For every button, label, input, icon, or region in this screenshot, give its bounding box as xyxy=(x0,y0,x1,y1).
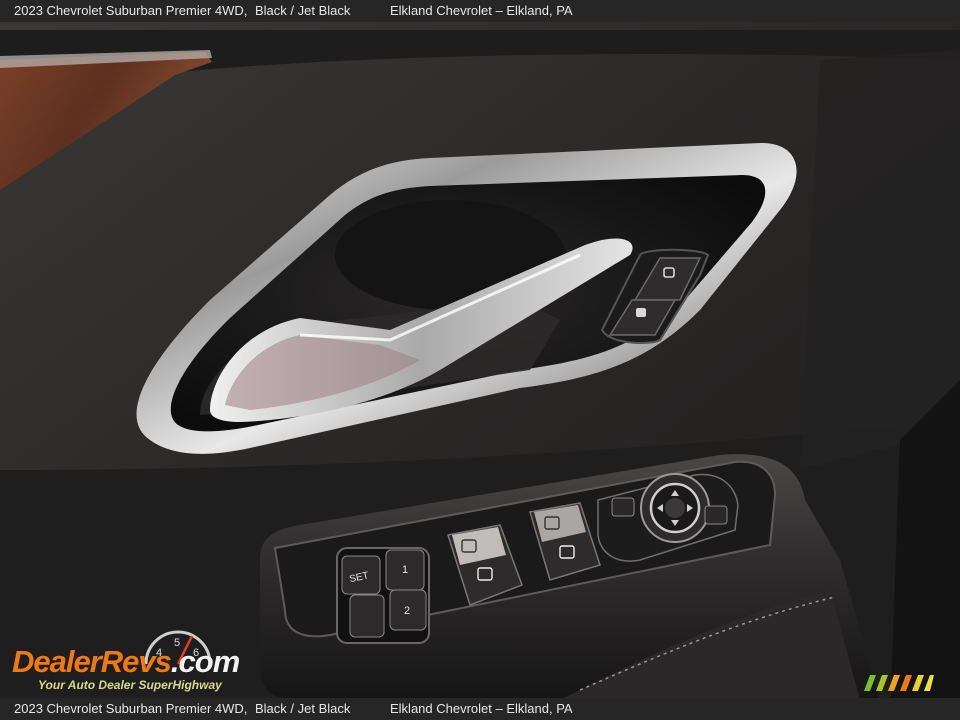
caption-title: 2023 Chevrolet Suburban Premier 4WD, xyxy=(14,3,248,18)
caption-bar-bottom: 2023 Chevrolet Suburban Premier 4WD, Bla… xyxy=(0,698,960,720)
memory-seat-buttons: SET 1 2 xyxy=(336,547,430,644)
watermark-wordmark: DealerRevs.com xyxy=(12,644,240,679)
memory-2-label: 2 xyxy=(404,605,410,617)
photo-frame: 2023 Chevrolet Suburban Premier 4WD, Bla… xyxy=(0,0,960,720)
speed-stripes-icon xyxy=(864,675,934,691)
caption-trim-bottom: Black / Jet Black xyxy=(255,701,351,716)
caption-trim: Black / Jet Black xyxy=(255,3,351,18)
caption-title-bottom: 2023 Chevrolet Suburban Premier 4WD, xyxy=(14,701,248,716)
caption-bar-top: 2023 Chevrolet Suburban Premier 4WD, Bla… xyxy=(0,0,960,22)
door-interior-photo: SET 1 2 xyxy=(0,0,960,720)
memory-1-label: 1 xyxy=(402,564,408,576)
watermark-tagline: Your Auto Dealer SuperHighway xyxy=(38,678,222,692)
caption-dealer-bottom: Elkland Chevrolet – Elkland, PA xyxy=(390,701,573,716)
dealerrevs-watermark: 4 5 6 DealerRevs.com Your Auto Dealer Su… xyxy=(12,626,268,694)
caption-dealer: Elkland Chevrolet – Elkland, PA xyxy=(390,3,573,18)
